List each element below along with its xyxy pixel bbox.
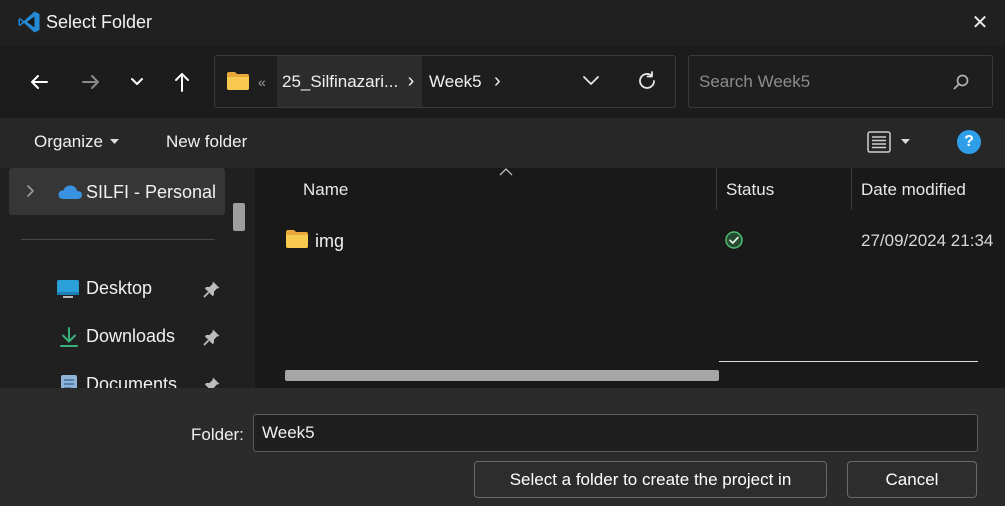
- file-date-modified: 27/09/2024 21:34: [861, 231, 994, 250]
- address-overflow[interactable]: «: [258, 56, 266, 107]
- address-history-button[interactable]: [581, 73, 601, 89]
- horizontal-scrollbar-thumb[interactable]: [285, 370, 719, 381]
- folder-icon: [226, 71, 250, 91]
- column-divider[interactable]: [716, 168, 717, 210]
- arrow-right-icon: [82, 75, 99, 89]
- breadcrumb-separator-end[interactable]: ›: [494, 56, 501, 107]
- column-header-name[interactable]: Name: [303, 180, 348, 200]
- sort-ascending-icon: [499, 168, 513, 176]
- file-name: img: [315, 231, 345, 251]
- caret-down-icon: [901, 139, 910, 144]
- breadcrumb-label: 25_Silfinazari...: [282, 71, 399, 91]
- up-button[interactable]: [164, 64, 200, 100]
- column-divider[interactable]: [851, 168, 852, 210]
- sync-status-ok-icon: [725, 231, 743, 249]
- recent-locations-button[interactable]: [119, 64, 155, 100]
- file-list: [255, 168, 1005, 388]
- back-button[interactable]: [21, 64, 57, 100]
- folder-name-input[interactable]: [253, 414, 978, 452]
- forward-button[interactable]: [73, 64, 109, 100]
- caret-down-icon: [109, 139, 119, 144]
- sidebar-item-label: SILFI - Personal: [86, 182, 217, 202]
- pin-icon[interactable]: [203, 280, 221, 298]
- organize-button[interactable]: Organize: [34, 132, 119, 152]
- select-folder-button[interactable]: Select a folder to create the project in: [474, 461, 827, 498]
- documents-icon: [61, 375, 77, 388]
- close-button[interactable]: ✕: [966, 8, 994, 36]
- onedrive-cloud-icon: [57, 183, 83, 201]
- view-options-button[interactable]: [867, 131, 910, 153]
- vscode-logo-icon: [17, 10, 41, 34]
- table-row[interactable]: img 27/09/2024 21:34: [262, 224, 1005, 258]
- arrow-up-icon: [175, 73, 189, 92]
- sidebar-item-label: Desktop: [86, 278, 153, 298]
- new-folder-button[interactable]: New folder: [166, 132, 247, 152]
- window-title: Select Folder: [46, 12, 153, 32]
- chevron-down-icon: [131, 78, 143, 85]
- organize-label: Organize: [34, 132, 103, 151]
- nav-pane-scrollbar-thumb[interactable]: [233, 203, 245, 231]
- pin-icon[interactable]: [203, 376, 221, 388]
- command-bar: [0, 118, 1005, 168]
- nav-pane-divider: [21, 239, 215, 240]
- sidebar-item-label: Documents: [86, 374, 178, 388]
- refresh-button[interactable]: [636, 70, 658, 92]
- arrow-left-icon: [31, 75, 48, 89]
- breadcrumb-current[interactable]: Week5: [429, 56, 482, 107]
- sidebar-item-label: Downloads: [86, 326, 176, 346]
- desktop-icon: [57, 280, 79, 298]
- breadcrumb-separator[interactable]: ›: [400, 56, 422, 107]
- folder-icon: [286, 230, 308, 248]
- column-header-status[interactable]: Status: [726, 180, 774, 200]
- search-icon: [952, 73, 970, 91]
- help-button[interactable]: ?: [957, 130, 981, 154]
- cancel-button[interactable]: Cancel: [847, 461, 977, 498]
- column-header-date-modified[interactable]: Date modified: [861, 180, 966, 200]
- folder-field-label: Folder:: [191, 425, 244, 444]
- chevron-down-icon: [583, 76, 599, 85]
- expand-chevron-icon[interactable]: [26, 184, 36, 198]
- details-view-icon: [867, 131, 891, 153]
- search-placeholder: Search Week5: [699, 72, 811, 91]
- pin-icon[interactable]: [203, 328, 221, 346]
- download-icon: [60, 327, 78, 347]
- refresh-icon: [639, 71, 655, 89]
